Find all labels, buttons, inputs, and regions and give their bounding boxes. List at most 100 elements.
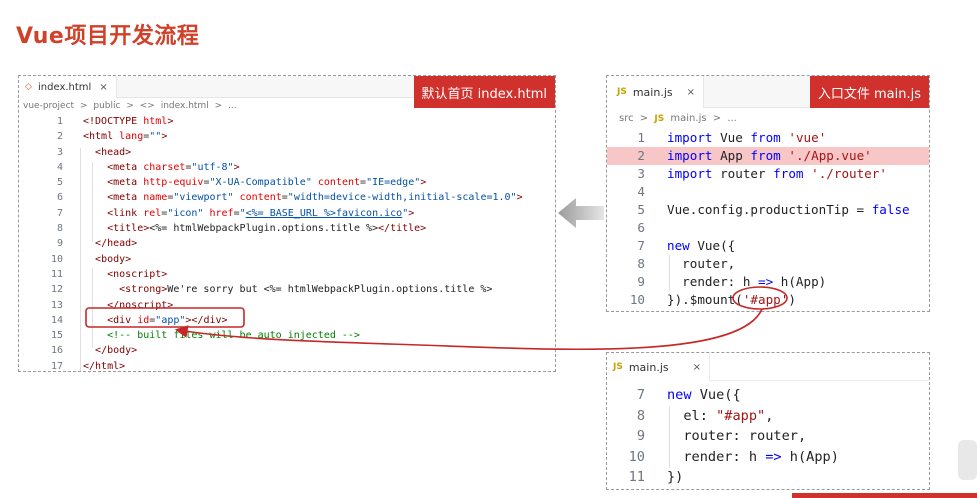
code-text: router, xyxy=(667,256,736,271)
tab-label: main.js xyxy=(628,360,669,374)
line-number: 4 xyxy=(56,161,63,173)
line-number: 8 xyxy=(637,256,645,271)
html-file-icon: ◇ xyxy=(25,82,32,92)
code-text: <meta http-equiv="X-UA-Compatible" conte… xyxy=(107,177,427,189)
code-text: import router from './router' xyxy=(667,166,887,181)
main-js-code-area[interactable]: 1 import Vue from 'vue' 2 import App from … xyxy=(607,129,929,309)
breadcrumb-separator: > xyxy=(214,101,223,111)
code-line: 8 <title><%= htmlWebpackPlugin.options.t… xyxy=(19,221,555,236)
breadcrumb-item[interactable]: public xyxy=(93,101,120,111)
code-line: 6 xyxy=(607,219,929,237)
html-file-icon: <> xyxy=(139,101,155,111)
code-line: 8 router, xyxy=(607,255,929,273)
code-line: 10 render: h => h(App) xyxy=(607,447,929,468)
decor-tab xyxy=(958,440,977,480)
line-number: 13 xyxy=(50,299,63,311)
code-line: 16 </body> xyxy=(19,343,555,358)
breadcrumb-item[interactable]: main.js xyxy=(670,113,706,124)
code-line: 17 </html> xyxy=(19,359,555,372)
js-file-icon: JS xyxy=(617,87,627,97)
code-line: 1 import Vue from 'vue' xyxy=(607,129,929,147)
js-file-icon: JS xyxy=(613,362,623,372)
line-number: 6 xyxy=(56,192,63,204)
code-line: 11 <noscript> xyxy=(19,267,555,282)
line-number: 7 xyxy=(637,238,645,253)
code-text: import Vue from 'vue' xyxy=(667,130,827,145)
tab-label: index.html xyxy=(38,81,92,93)
code-line-highlighted: 2 import App from './App.vue' xyxy=(607,147,929,165)
code-line: 7 new Vue({ xyxy=(607,385,929,406)
code-text: }) xyxy=(667,469,684,485)
line-number: 9 xyxy=(636,428,645,444)
code-line: 4 xyxy=(607,183,929,201)
line-number: 9 xyxy=(637,274,645,289)
close-icon[interactable]: × xyxy=(687,87,695,98)
main-js-label: 入口文件 main.js xyxy=(809,76,929,108)
code-text: render: h => h(App) xyxy=(667,274,827,289)
code-line: 1 <!DOCTYPE html> xyxy=(19,114,555,129)
code-line: 3 import router from './router' xyxy=(607,165,929,183)
code-text: }).$mount('#app') xyxy=(667,292,796,307)
code-line: 5 <meta http-equiv="X-UA-Compatible" con… xyxy=(19,175,555,190)
tab-bar: JS main.js × xyxy=(607,353,929,381)
breadcrumb-item[interactable]: src xyxy=(619,113,634,124)
line-number: 10 xyxy=(628,448,645,465)
tab-index-html[interactable]: ◇ index.html × xyxy=(19,76,117,98)
code-line: 7 <link rel="icon" href="<%= BASE_URL %>… xyxy=(19,206,555,221)
code-text: <body> xyxy=(95,253,132,265)
code-text: <!-- built files will be auto injected -… xyxy=(107,330,360,342)
code-line: 5 Vue.config.productionTip = false xyxy=(607,201,929,219)
breadcrumb-separator: > xyxy=(639,113,649,124)
html-code-area[interactable]: 1 <!DOCTYPE html> 2 <html lang=""> 3 <head… xyxy=(19,114,555,372)
code-line: 3 <head> xyxy=(19,145,555,160)
code-text: <!DOCTYPE html> xyxy=(83,116,174,127)
main-js-editor: JS main.js × src > JS main.js > ... 入口文件… xyxy=(606,75,930,312)
line-number: 3 xyxy=(637,166,645,181)
line-number: 10 xyxy=(50,253,63,265)
code-line: 13 </noscript> xyxy=(19,298,555,313)
code-line: 10}).$mount('#app') xyxy=(607,291,929,309)
code-line: 7 new Vue({ xyxy=(607,237,929,255)
line-number: 8 xyxy=(56,223,63,235)
code-line: 9 router: router, xyxy=(607,426,929,447)
code-line: 14 <div id="app"></div> xyxy=(19,313,555,328)
decor-bar xyxy=(792,493,977,498)
code-line: 15 <!-- built files will be auto injecte… xyxy=(19,328,555,343)
breadcrumb: src > JS main.js > ... xyxy=(619,113,740,124)
line-number: 17 xyxy=(50,360,63,372)
code-text: </head> xyxy=(95,238,138,250)
line-number: 7 xyxy=(56,207,63,219)
alt-code-area[interactable]: 7 new Vue({ 8 el: "#app", 9 router: route… xyxy=(607,385,929,488)
code-text: <strong>We're sorry but <%= htmlWebpackP… xyxy=(119,284,493,296)
line-number: 16 xyxy=(50,345,63,357)
line-number: 12 xyxy=(50,284,63,296)
close-icon[interactable]: × xyxy=(99,82,107,93)
code-text: <noscript> xyxy=(107,268,168,280)
close-icon[interactable]: × xyxy=(693,362,701,373)
code-text: new Vue({ xyxy=(667,387,741,403)
tab-main-js[interactable]: JS main.js × xyxy=(607,353,711,381)
code-line: 4 <meta charset="utf-8"> xyxy=(19,160,555,175)
code-line: 10 <body> xyxy=(19,252,555,267)
tab-main-js[interactable]: JS main.js × xyxy=(607,76,705,108)
code-text: <link rel="icon" href="<%= BASE_URL %>fa… xyxy=(107,207,415,219)
line-number: 14 xyxy=(50,314,63,326)
breadcrumb-item[interactable]: ... xyxy=(228,101,237,111)
code-text: <div id="app"></div> xyxy=(107,314,228,326)
js-file-icon: JS xyxy=(654,114,665,124)
breadcrumb-item[interactable]: ... xyxy=(727,113,737,124)
breadcrumb-item[interactable]: index.html xyxy=(161,101,209,111)
code-line: 9 render: h => h(App) xyxy=(607,273,929,291)
arrow-left-icon xyxy=(558,198,604,228)
code-line: 2 <html lang=""> xyxy=(19,129,555,144)
breadcrumb-item[interactable]: vue-project xyxy=(23,101,74,111)
index-html-label: 默认首页 index.html xyxy=(413,76,555,108)
breadcrumb: vue-project > public > <> index.html > .… xyxy=(23,101,240,111)
line-number: 1 xyxy=(637,130,645,145)
code-text: <meta name="viewport" content="width=dev… xyxy=(107,192,523,204)
line-number: 2 xyxy=(637,148,645,163)
code-text: new Vue({ xyxy=(667,238,736,253)
code-text: <title><%= htmlWebpackPlugin.options.tit… xyxy=(107,223,427,235)
line-number: 6 xyxy=(637,220,645,235)
indent-guide xyxy=(669,406,670,468)
